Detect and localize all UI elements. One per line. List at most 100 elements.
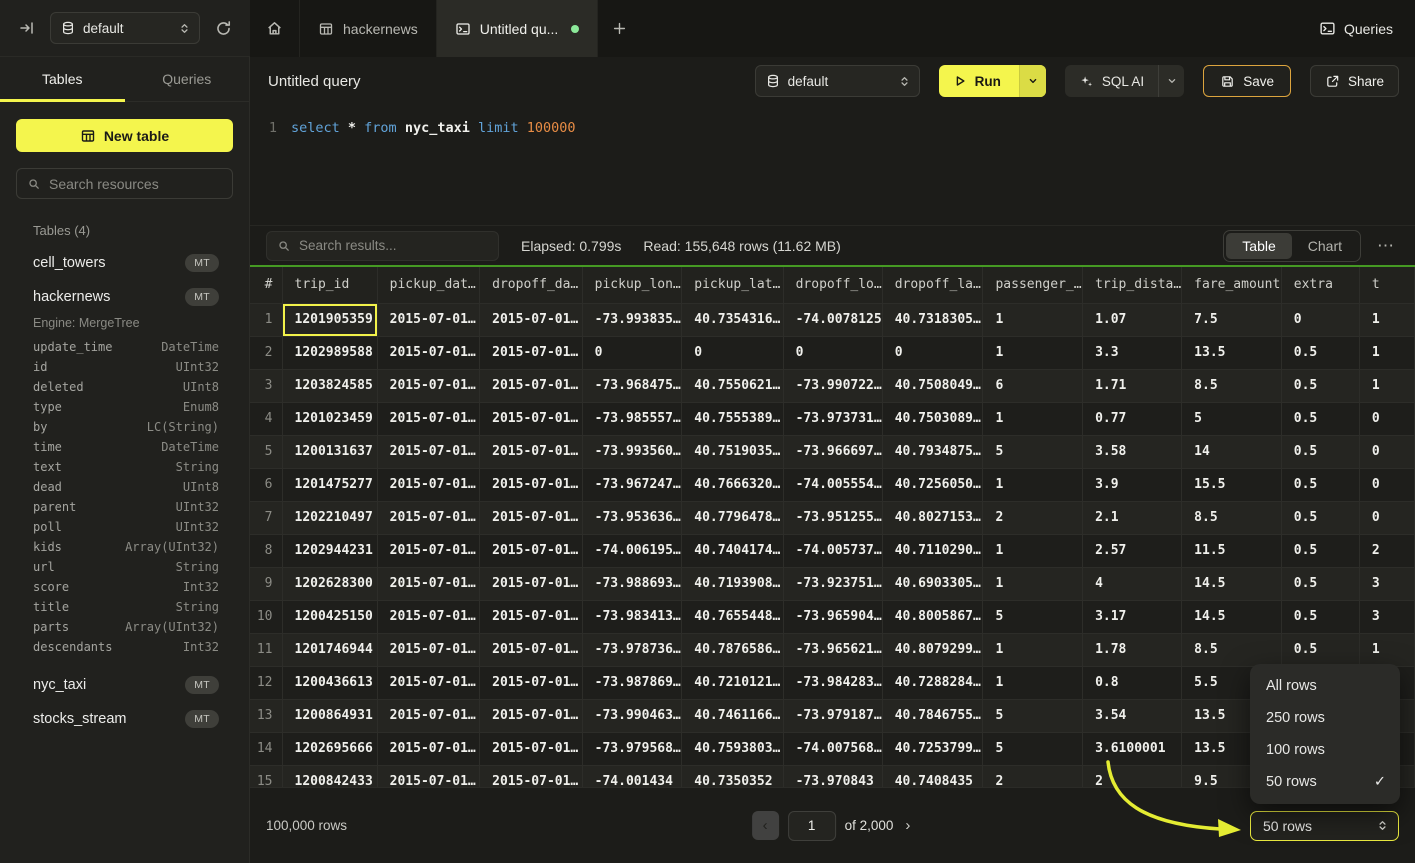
table-cell[interactable]: 0 [882,336,983,369]
table-cell[interactable]: -73.979568… [582,732,682,765]
table-cell[interactable]: 1202989588 [282,336,377,369]
table-cell[interactable]: -73.990463… [582,699,682,732]
column-header-dropoff_da[interactable]: dropoff_da… [480,267,583,303]
tab-untitled-query[interactable]: Untitled qu... [437,0,599,57]
table-cell[interactable]: 0.5 [1281,336,1359,369]
column-header-extra[interactable]: extra [1281,267,1359,303]
table-cell[interactable]: -74.005737… [783,534,882,567]
table-cell[interactable]: 1 [983,633,1083,666]
table-cell[interactable]: 1 [1359,336,1414,369]
table-cell[interactable]: -73.985557… [582,402,682,435]
table-cell[interactable]: -73.953636… [582,501,682,534]
table-cell[interactable]: -73.979187… [783,699,882,732]
table-cell[interactable]: 40.8079299… [882,633,983,666]
table-cell[interactable]: 40.7519035… [682,435,783,468]
save-button[interactable]: Save [1203,65,1291,97]
tab-home[interactable] [250,0,300,57]
table-cell[interactable]: 2015-07-01… [480,303,583,336]
table-cell[interactable]: 2015-07-01… [480,567,583,600]
table-cell[interactable]: 1.07 [1083,303,1182,336]
table-cell[interactable]: 2 [983,501,1083,534]
table-cell[interactable]: 0 [783,336,882,369]
table-cell[interactable]: 1.78 [1083,633,1182,666]
toggle-table[interactable]: Table [1226,233,1291,259]
table-cell[interactable]: 40.7593803… [682,732,783,765]
table-cell[interactable]: 1.71 [1083,369,1182,402]
table-cell[interactable]: 1 [1359,633,1414,666]
table-cell[interactable]: 40.7408435 [882,765,983,787]
sidebar-table-hackernews[interactable]: hackernews MT [33,280,219,314]
table-cell[interactable]: 40.7318305… [882,303,983,336]
table-cell[interactable]: 40.8005867… [882,600,983,633]
menu-item-100-rows[interactable]: 100 rows [1250,734,1400,766]
table-cell[interactable]: 1 [1359,303,1414,336]
previous-page-button[interactable]: ‹ [752,811,779,840]
table-cell[interactable]: 2 [983,765,1083,787]
table-cell[interactable]: 2015-07-01… [480,534,583,567]
tab-hackernews[interactable]: hackernews [300,0,437,57]
table-cell[interactable]: 1 [983,666,1083,699]
table-cell[interactable]: -73.966697… [783,435,882,468]
next-page-button[interactable]: › [902,817,913,834]
table-cell[interactable]: 14.5 [1182,600,1282,633]
table-cell[interactable]: 2 [1083,765,1182,787]
table-cell[interactable]: 2015-07-01… [377,600,480,633]
table-cell[interactable]: -73.993560… [582,435,682,468]
table-cell[interactable]: 8.5 [1182,369,1282,402]
table-cell[interactable]: 3.9 [1083,468,1182,501]
column-header-pickup_lon[interactable]: pickup_lon… [582,267,682,303]
table-cell[interactable]: 7.5 [1182,303,1282,336]
table-cell[interactable]: 40.7503089… [882,402,983,435]
table-cell[interactable]: -73.965904… [783,600,882,633]
table-cell[interactable]: -73.993835… [582,303,682,336]
table-cell[interactable]: -73.984283… [783,666,882,699]
table-cell[interactable]: 2015-07-01… [480,732,583,765]
table-cell[interactable]: 2015-07-01… [377,336,480,369]
table-cell[interactable]: 40.8027153… [882,501,983,534]
table-cell[interactable]: 40.7846755… [882,699,983,732]
table-cell[interactable]: -74.007568… [783,732,882,765]
table-cell[interactable]: 40.7210121… [682,666,783,699]
table-cell[interactable]: 2015-07-01… [377,402,480,435]
global-database-selector[interactable]: default [50,12,200,44]
sidebar-table-cell-towers[interactable]: cell_towers MT [33,246,219,280]
table-cell[interactable]: 2015-07-01… [480,336,583,369]
table-cell[interactable]: 1201023459 [282,402,377,435]
table-cell[interactable]: 2015-07-01… [480,765,583,787]
table-cell[interactable]: 2015-07-01… [480,369,583,402]
table-cell[interactable]: 2015-07-01… [377,534,480,567]
table-cell[interactable]: 2015-07-01… [377,666,480,699]
results-search[interactable] [266,231,499,261]
table-cell[interactable]: 0 [1359,402,1414,435]
column-header-rownum[interactable]: # [250,267,282,303]
table-cell[interactable]: 40.7461166… [682,699,783,732]
menu-item-50-rows[interactable]: 50 rows✓ [1250,766,1400,798]
table-cell[interactable]: 11.5 [1182,534,1282,567]
table-cell[interactable]: 2015-07-01… [480,435,583,468]
table-cell[interactable]: 0 [1359,435,1414,468]
table-cell[interactable]: 0.77 [1083,402,1182,435]
queries-button[interactable]: Queries [1319,20,1393,37]
table-cell[interactable]: 1201746944 [282,633,377,666]
table-cell[interactable]: 2015-07-01… [377,567,480,600]
table-cell[interactable]: -73.970843 [783,765,882,787]
table-cell[interactable]: 40.7404174… [682,534,783,567]
table-cell[interactable]: -73.951255… [783,501,882,534]
table-cell[interactable]: 2015-07-01… [480,501,583,534]
table-cell[interactable]: 1 [983,402,1083,435]
table-cell[interactable]: 1202628300 [282,567,377,600]
table-cell[interactable]: 1203824585 [282,369,377,402]
table-cell[interactable]: 8.5 [1182,501,1282,534]
table-cell[interactable]: -73.983413… [582,600,682,633]
table-cell[interactable]: -73.988693… [582,567,682,600]
table-cell[interactable]: 13.5 [1182,336,1282,369]
table-cell[interactable]: 40.7354316… [682,303,783,336]
column-header-fare_amount[interactable]: fare_amount [1182,267,1282,303]
table-cell[interactable]: 1200842433 [282,765,377,787]
table-cell[interactable]: 40.7666320… [682,468,783,501]
table-cell[interactable]: 1 [1359,369,1414,402]
sidebar-table-stocks-stream[interactable]: stocks_stream MT [33,702,219,736]
table-cell[interactable]: 40.7508049… [882,369,983,402]
table-cell[interactable]: 40.7550621… [682,369,783,402]
table-cell[interactable]: 2015-07-01… [377,435,480,468]
